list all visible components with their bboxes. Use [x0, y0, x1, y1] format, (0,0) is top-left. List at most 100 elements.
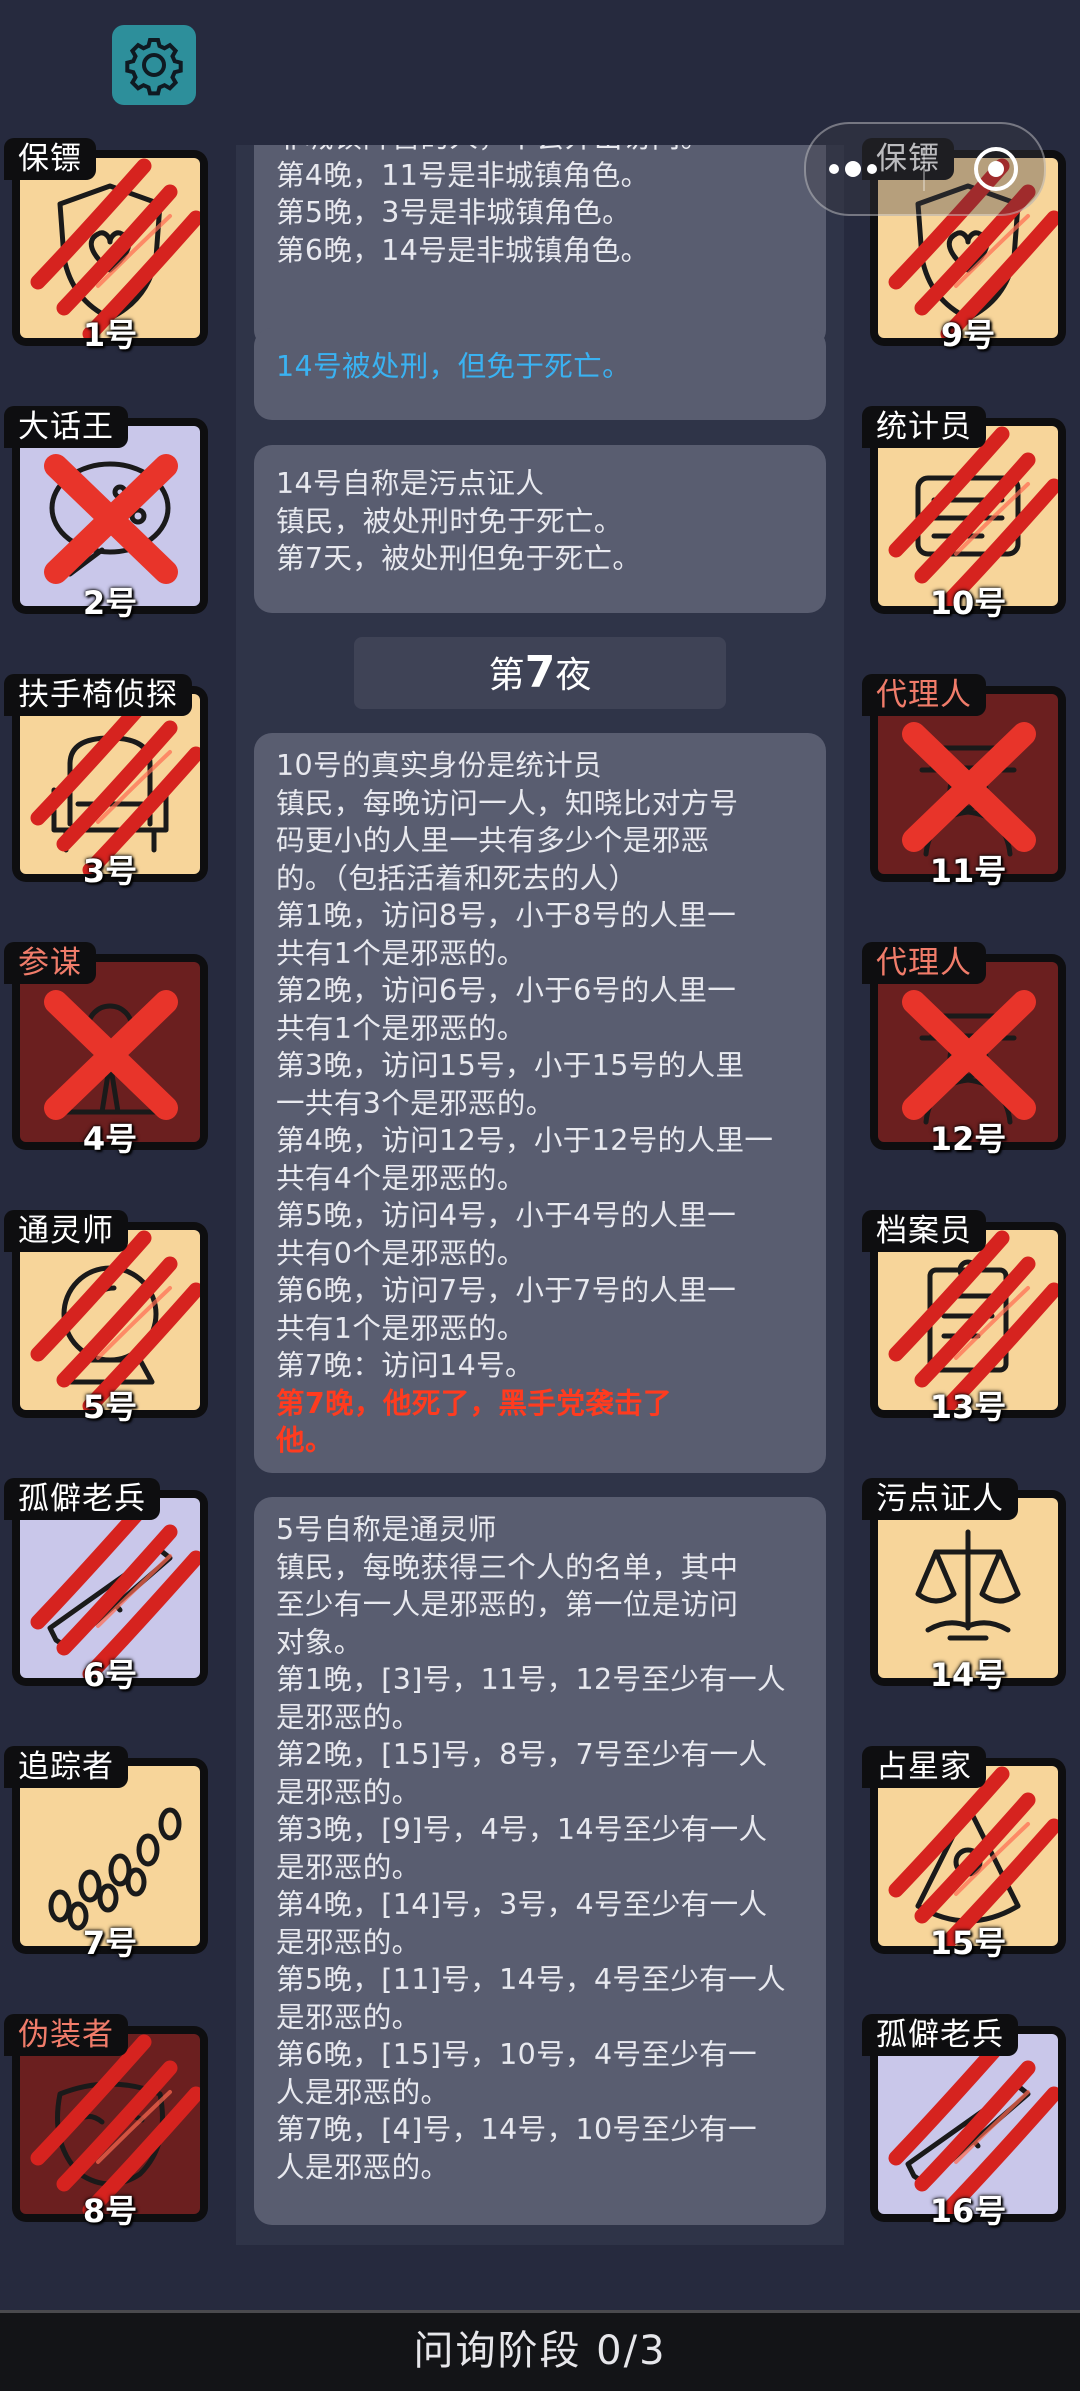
player-card[interactable]: 通灵师 5号 [4, 1210, 210, 1426]
log-line: 第5晚，访问4号，小于4号的人里一 [276, 1199, 737, 1232]
role-name: 伪装者 [4, 2014, 128, 2056]
player-card[interactable]: 参谋 4号 [4, 942, 210, 1158]
player-card[interactable]: 孤僻老兵 16号 [862, 2014, 1068, 2230]
role-name: 参谋 [4, 942, 96, 984]
log-line: 5号自称是通灵师 [276, 1513, 497, 1546]
log-line: 14号自称是污点证人 [276, 467, 545, 500]
log-line: 第2晚，访问6号，小于6号的人里一 [276, 974, 737, 1007]
log-entry-claim: 14号自称是污点证人镇民，被处刑时免于死亡。 第7天，被处刑但免于死亡。 [254, 445, 826, 613]
role-name: 孤僻老兵 [862, 2014, 1018, 2056]
log-line: 第7晚：访问14号。 [276, 1349, 534, 1382]
log-line: 第3晚，[9]号，4号，14号至少有一人 [276, 1813, 768, 1846]
role-name: 代理人 [862, 674, 986, 716]
player-card[interactable]: 代理人 12号 [862, 942, 1068, 1158]
player-card[interactable]: 保镖 1号 [4, 138, 210, 354]
player-card[interactable]: 档案员 13号 [862, 1210, 1068, 1426]
log-line: 的。（包括活着和死去的人） [276, 861, 638, 895]
log-line: 第4晚，[14]号，3号，4号至少有一人 [276, 1888, 768, 1921]
player-number: 5号 [82, 1388, 138, 1426]
log-line: 是邪恶的。 [276, 1850, 421, 1884]
player-number: 8号 [82, 2192, 138, 2230]
role-name: 孤僻老兵 [4, 1478, 160, 1520]
log-line: 一共有3个是邪恶的。 [276, 1086, 555, 1120]
player-number: 16号 [929, 2192, 1007, 2230]
more-menu-button[interactable] [829, 161, 877, 177]
player-number: 6号 [82, 1656, 138, 1694]
role-name: 通灵师 [4, 1210, 128, 1252]
log-line: 第2晚，[15]号，8号，7号至少有一人 [276, 1738, 768, 1771]
player-number: 12号 [929, 1120, 1007, 1158]
log-entry-medium: 5号自称是通灵师镇民，每晚获得三个人的名单，其中 至少有一人是邪恶的，第一位是访问… [254, 1497, 826, 2225]
player-number: 1号 [82, 316, 138, 354]
player-number: 9号 [940, 316, 996, 354]
log-line: 第6晚，访问7号，小于7号的人里一 [276, 1274, 737, 1307]
player-card[interactable]: 代理人 11号 [862, 674, 1068, 890]
log-entry-statistician: 10号的真实身份是统计员 镇民，每晚访问一人，知晓比对方号 码更小的人里一共有多少个… [254, 733, 826, 1473]
close-target-icon[interactable] [971, 144, 1021, 194]
log-line: 镇民，每晚获得三个人的名单，其中 [276, 1550, 739, 1584]
game-log[interactable]: 非城镇阵营的人，不会外出访问。第4晚，11号是非城镇角色。第5晚，3号是非城镇角… [254, 145, 826, 2245]
player-card[interactable]: 污点证人 14号 [862, 1478, 1068, 1694]
player-card[interactable]: 占星家 15号 [862, 1746, 1068, 1962]
log-line: 第3晚，访问15号，小于15号的人里 [276, 1049, 745, 1082]
log-line: 第7晚，他死了，黑手党袭击了 [276, 1386, 672, 1420]
player-number: 2号 [82, 584, 138, 622]
role-name: 扶手椅侦探 [4, 674, 192, 716]
player-number: 4号 [82, 1120, 138, 1158]
role-name: 追踪者 [4, 1746, 128, 1788]
log-line: 人是邪恶的。 [276, 2150, 450, 2184]
log-line: 他。 [276, 1424, 334, 1457]
player-number: 11号 [929, 852, 1007, 890]
log-line: 共有4个是邪恶的。 [276, 1161, 526, 1195]
gear-icon [125, 38, 183, 96]
log-line: 码更小的人里一共有多少个是邪恶 [276, 824, 710, 857]
player-number: 7号 [82, 1924, 138, 1962]
log-line: 第7天，被处刑但免于死亡。 [276, 542, 642, 575]
log-entry: 非城镇阵营的人，不会外出访问。第4晚，11号是非城镇角色。第5晚，3号是非城镇角… [254, 145, 826, 348]
log-line: 是邪恶的。 [276, 2000, 421, 2034]
log-line: 对象。 [276, 1625, 363, 1659]
settings-button[interactable] [112, 25, 196, 105]
phase-bar: 问询阶段 0/3 [0, 2310, 1080, 2391]
log-line: 第1晚，访问8号，小于8号的人里一 [276, 899, 737, 932]
player-card[interactable]: 统计员 10号 [862, 406, 1068, 622]
log-line: 共有0个是邪恶的。 [276, 1236, 526, 1270]
log-line: 第4晚，11号是非城镇角色。 [276, 158, 650, 192]
log-line: 第5晚，3号是非城镇角色。 [276, 196, 631, 229]
player-card[interactable]: 孤僻老兵 6号 [4, 1478, 210, 1694]
log-line: 10号的真实身份是统计员 [276, 749, 603, 782]
role-name: 大话王 [4, 406, 128, 448]
log-line: 第7晚，[4]号，14号，10号至少有一 [276, 2113, 758, 2146]
log-line: 是邪恶的。 [276, 1775, 421, 1809]
log-line: 第1晚，[3]号，11号，12号至少有一人 [276, 1663, 786, 1696]
log-entry-execution: 14号被处刑，但免于死亡。 [254, 328, 826, 420]
role-name: 代理人 [862, 942, 986, 984]
player-number: 3号 [82, 852, 138, 890]
log-line: 第6晚，14号是非城镇角色。 [276, 233, 650, 267]
player-card[interactable]: 扶手椅侦探 3号 [4, 674, 210, 890]
execution-notice: 14号被处刑，但免于死亡。 [276, 350, 631, 383]
log-line: 镇民，被处刑时免于死亡。 [276, 504, 623, 538]
player-card[interactable]: 伪装者 8号 [4, 2014, 210, 2230]
role-name: 占星家 [862, 1746, 986, 1788]
log-line: 非城镇阵营的人，不会外出访问。 [276, 145, 804, 157]
player-number: 13号 [929, 1388, 1007, 1426]
player-card[interactable]: 追踪者 7号 [4, 1746, 210, 1962]
log-line: 第6晚，[15]号，10号，4号至少有一 [276, 2038, 758, 2071]
player-card[interactable]: 大话王 2号 [4, 406, 210, 622]
role-name: 档案员 [862, 1210, 986, 1252]
log-line: 第5晚，[11]号，14号，4号至少有一人 [276, 1963, 786, 1996]
log-line: 第4晚，访问12号，小于12号的人里一 [276, 1124, 774, 1157]
log-line: 共有1个是邪恶的。 [276, 936, 526, 970]
miniprogram-capsule [804, 122, 1046, 216]
night-label: 第7夜 [354, 637, 726, 709]
player-number: 15号 [929, 1924, 1007, 1962]
log-line: 是邪恶的。 [276, 1700, 421, 1734]
log-line: 共有1个是邪恶的。 [276, 1311, 526, 1345]
role-name: 保镖 [4, 138, 96, 180]
role-name: 统计员 [862, 406, 986, 448]
log-line: 至少有一人是邪恶的，第一位是访问 [276, 1588, 739, 1621]
player-number: 10号 [929, 584, 1007, 622]
role-name: 污点证人 [862, 1478, 1018, 1520]
log-line: 人是邪恶的。 [276, 2075, 450, 2109]
